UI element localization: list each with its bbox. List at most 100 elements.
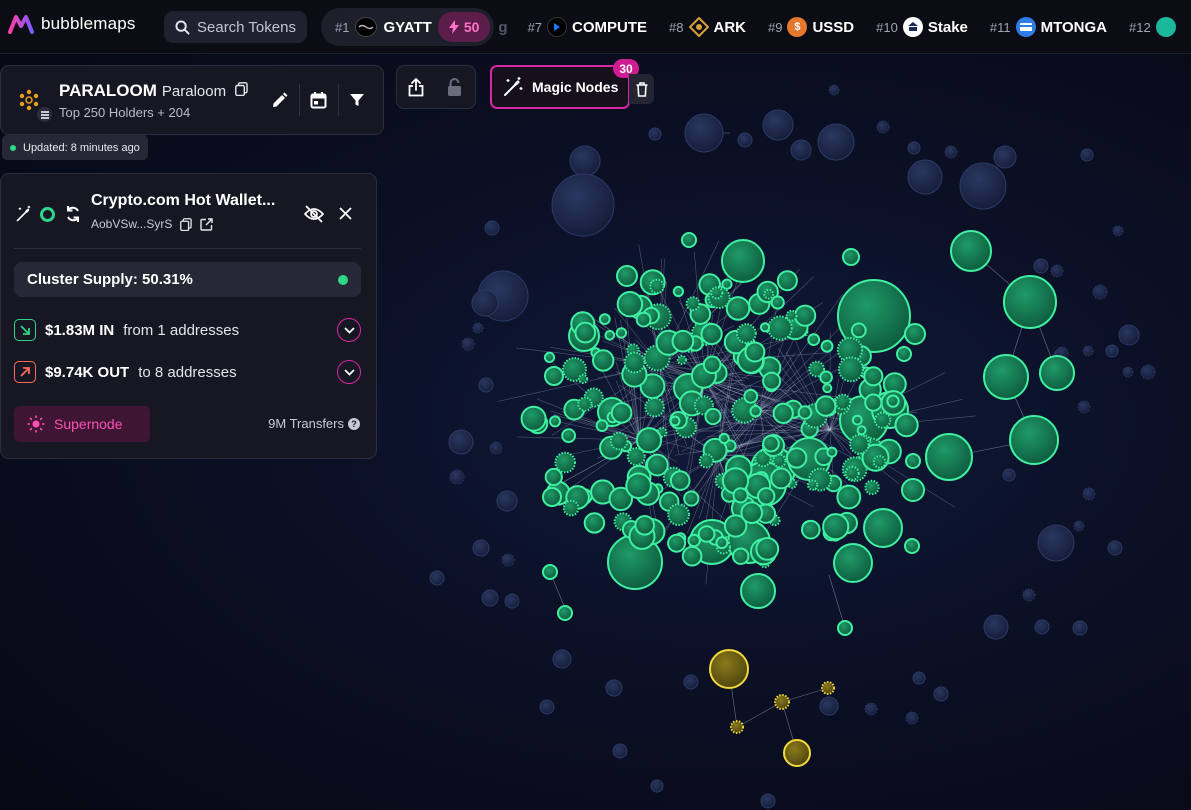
holder-bubble[interactable]: [676, 354, 688, 365]
inflow-row[interactable]: $1.83M IN from 1 addresses: [14, 316, 361, 344]
logo[interactable]: bubblemaps: [8, 14, 136, 34]
holder-bubble[interactable]: [925, 433, 973, 481]
holder-bubble[interactable]: [542, 564, 558, 580]
holder-bubble[interactable]: [578, 373, 589, 384]
holder-bubble[interactable]: [1072, 620, 1088, 636]
copy-icon[interactable]: [235, 82, 248, 96]
holder-bubble[interactable]: [828, 84, 840, 96]
holder-bubble[interactable]: [912, 671, 926, 685]
holder-bubble[interactable]: [763, 288, 775, 300]
holder-bubble[interactable]: [592, 349, 615, 372]
holder-bubble[interactable]: [886, 394, 900, 408]
holder-bubble[interactable]: [797, 405, 813, 420]
holder-bubble[interactable]: [1073, 520, 1085, 532]
holder-bubble[interactable]: [481, 589, 499, 607]
holder-bubble[interactable]: [605, 679, 623, 697]
holder-bubble[interactable]: [489, 441, 503, 455]
holder-bubble[interactable]: [826, 446, 838, 458]
holder-bubble[interactable]: [762, 109, 794, 141]
holder-bubble[interactable]: [625, 472, 652, 500]
holder-bubble[interactable]: [820, 339, 834, 353]
holder-bubble[interactable]: [944, 145, 958, 159]
holder-bubble[interactable]: [904, 323, 926, 345]
holder-bubble[interactable]: [715, 536, 729, 550]
holder-bubble[interactable]: [698, 453, 714, 469]
holder-bubble[interactable]: [950, 230, 992, 272]
holder-bubble[interactable]: [1092, 284, 1108, 300]
holder-bubble[interactable]: [755, 537, 780, 561]
holder-bubble[interactable]: [542, 487, 562, 507]
holder-bubble[interactable]: [635, 427, 663, 454]
holder-bubble[interactable]: [837, 620, 853, 636]
holder-bubble[interactable]: [583, 512, 606, 534]
holder-bubble[interactable]: [737, 132, 753, 148]
holder-bubble[interactable]: [1082, 345, 1094, 357]
holder-bubble[interactable]: [669, 470, 691, 491]
supernode-button[interactable]: Supernode: [14, 406, 150, 442]
holder-bubble[interactable]: [609, 431, 629, 451]
eye-off-icon[interactable]: [304, 205, 324, 223]
holder-bubble[interactable]: [1034, 619, 1050, 635]
holder-bubble[interactable]: [817, 123, 855, 161]
holder-bubble[interactable]: [710, 286, 724, 300]
holder-bubble[interactable]: [672, 285, 685, 298]
holder-bubble[interactable]: [790, 139, 812, 161]
holder-bubble[interactable]: [557, 605, 573, 621]
expand-outflow-button[interactable]: [337, 360, 361, 384]
holder-bubble[interactable]: [667, 503, 690, 526]
holder-bubble[interactable]: [836, 484, 862, 510]
holder-bubble[interactable]: [544, 467, 563, 487]
holder-bubble[interactable]: [1002, 468, 1016, 482]
holder-bubble[interactable]: [819, 370, 833, 385]
holder-bubble[interactable]: [837, 356, 864, 383]
holder-bubble[interactable]: [833, 543, 873, 583]
holder-bubble[interactable]: [762, 371, 782, 391]
holder-bubble[interactable]: [851, 414, 863, 426]
search-box[interactable]: [164, 11, 307, 43]
holder-bubble[interactable]: [896, 346, 912, 362]
help-icon[interactable]: ?: [348, 417, 360, 430]
holder-bubble[interactable]: [461, 337, 475, 351]
holder-bubble[interactable]: [610, 402, 633, 424]
holder-bubble[interactable]: [807, 333, 821, 347]
holder-bubble[interactable]: [648, 127, 662, 141]
holder-bubble[interactable]: [856, 425, 867, 436]
holder-bubble[interactable]: [551, 173, 615, 237]
holder-bubble[interactable]: [864, 479, 880, 496]
holder-bubble[interactable]: [681, 232, 697, 248]
search-input[interactable]: [197, 18, 305, 36]
holder-bubble[interactable]: [959, 162, 1007, 210]
holder-bubble[interactable]: [683, 490, 700, 507]
ticker-item-7[interactable]: #7 COMPUTE: [528, 17, 647, 37]
holder-bubble[interactable]: [850, 322, 867, 339]
holder-bubble[interactable]: [785, 309, 798, 322]
holder-bubble[interactable]: [539, 699, 555, 715]
holder-bubble[interactable]: [876, 120, 890, 134]
holder-bubble[interactable]: [667, 533, 687, 553]
ticker-item-11[interactable]: #11 MTONGA: [990, 17, 1107, 37]
holder-bubble[interactable]: [650, 779, 664, 793]
holder-bubble[interactable]: [905, 711, 919, 725]
holder-bubble[interactable]: [649, 278, 665, 295]
share-button[interactable]: [397, 66, 435, 108]
holder-bubble[interactable]: [983, 614, 1009, 640]
holder-bubble[interactable]: [687, 533, 701, 548]
holder-bubble[interactable]: [801, 519, 821, 540]
holder-bubble[interactable]: [864, 702, 878, 716]
holder-bubble[interactable]: [615, 327, 628, 339]
holder-bubble[interactable]: [740, 573, 776, 609]
holder-bubble[interactable]: [574, 321, 597, 344]
close-icon[interactable]: [339, 207, 352, 220]
holder-bubble[interactable]: [842, 248, 860, 266]
holder-bubble[interactable]: [1105, 344, 1119, 358]
external-link-icon[interactable]: [200, 217, 214, 231]
clear-magic-nodes-button[interactable]: [629, 74, 654, 104]
holder-bubble[interactable]: [704, 407, 722, 426]
holder-bubble[interactable]: [1122, 366, 1134, 378]
holder-bubble[interactable]: [744, 341, 766, 363]
holder-bubble[interactable]: [561, 428, 576, 444]
holder-bubble[interactable]: [806, 479, 819, 491]
holder-bubble[interactable]: [904, 538, 920, 554]
holder-bubble[interactable]: [644, 397, 665, 418]
holder-bubble[interactable]: [1037, 524, 1075, 562]
